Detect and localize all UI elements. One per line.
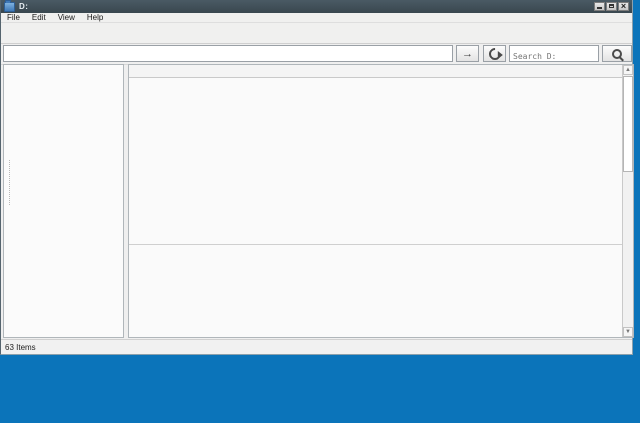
folder-tree <box>3 64 124 338</box>
window-controls <box>594 2 629 11</box>
file-manager-window: D: FileEditViewHelp → <box>0 0 633 355</box>
vertical-scrollbar[interactable]: ▲ ▼ <box>622 65 633 337</box>
search-button[interactable] <box>602 45 632 62</box>
scroll-up-icon[interactable]: ▲ <box>623 65 633 75</box>
close-button[interactable] <box>618 2 629 11</box>
search-input[interactable] <box>510 49 598 64</box>
minimize-button[interactable] <box>594 2 605 11</box>
title-bar[interactable]: D: <box>1 0 632 13</box>
address-bar: → <box>1 44 632 65</box>
toolbar <box>1 23 632 44</box>
search-icon <box>612 49 622 59</box>
go-button[interactable]: → <box>456 45 479 62</box>
item-count: 63 Items <box>1 343 36 352</box>
list-header <box>129 65 622 78</box>
scrollbar-thumb[interactable] <box>623 76 633 172</box>
menu-item-edit[interactable]: Edit <box>26 13 52 22</box>
search-box <box>509 45 599 62</box>
window-folder-icon <box>4 2 15 12</box>
maximize-button[interactable] <box>606 2 617 11</box>
menu-item-help[interactable]: Help <box>81 13 109 22</box>
desktop-area <box>0 356 640 423</box>
window-title: D: <box>19 2 28 11</box>
file-list-panel: ▲ ▼ <box>128 64 634 338</box>
file-rows <box>129 78 622 245</box>
menu-item-view[interactable]: View <box>52 13 81 22</box>
status-bar: 63 Items <box>1 339 632 354</box>
breadcrumb[interactable] <box>3 45 453 62</box>
menu-item-file[interactable]: File <box>1 13 26 22</box>
menu-bar: FileEditViewHelp <box>1 13 632 23</box>
tree-guide-line <box>9 160 10 205</box>
scroll-down-icon[interactable]: ▼ <box>623 327 633 337</box>
refresh-button[interactable] <box>483 45 506 62</box>
refresh-icon <box>486 45 503 62</box>
desktop-background: { "window": { "title": "D:", "controls":… <box>0 0 640 423</box>
